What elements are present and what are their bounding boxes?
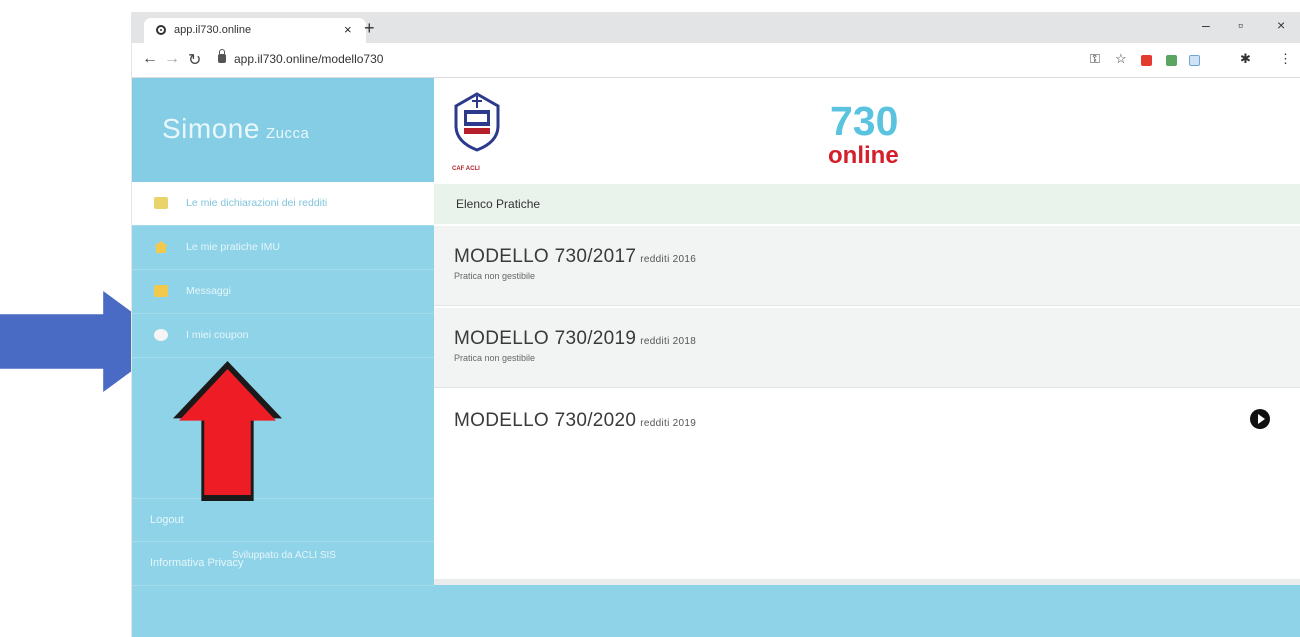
brand-word: online (828, 142, 899, 169)
address-url: app.il730.online/modello730 (234, 52, 384, 66)
user-last-name: Zucca (265, 125, 310, 142)
open-pratica-play-icon[interactable] (1250, 409, 1270, 429)
pratica-year: redditi 2016 (640, 254, 697, 265)
pratica-year: redditi 2019 (640, 418, 697, 429)
extension-green-icon[interactable] (1166, 55, 1177, 66)
sidebar: Simone Zucca Le mie dichiarazioni dei red… (132, 78, 434, 637)
extension-blue-icon[interactable] (1189, 55, 1200, 66)
privacy-link[interactable]: Informativa Privacy (150, 557, 244, 569)
sidebar-item-label: Messaggi (186, 285, 231, 297)
close-window-button[interactable]: × (1277, 17, 1285, 33)
maximize-button[interactable]: ▫ (1238, 17, 1243, 33)
new-tab-button[interactable]: + (364, 18, 375, 39)
web-page: Simone Zucca Le mie dichiarazioni dei red… (132, 78, 1300, 637)
sidebar-item-imu[interactable]: Le mie pratiche IMU (132, 226, 434, 270)
tab-close-button[interactable]: × (344, 22, 352, 37)
browser-window: app.il730.online × + – ▫ × ← → ↻ app.il7… (132, 13, 1300, 637)
document-icon (154, 197, 168, 209)
reload-icon[interactable]: ↻ (188, 50, 201, 70)
footer-bar (434, 579, 1300, 637)
sidebar-item-messaggi[interactable]: Messaggi (132, 270, 434, 314)
extensions-puzzle-icon[interactable]: ✱ (1240, 51, 1251, 67)
pratica-title: MODELLO 730/2019 redditi 2018 (454, 328, 696, 350)
back-arrow-icon[interactable]: ← (142, 50, 158, 68)
pratica-model: MODELLO 730/2019 (454, 328, 637, 349)
minimize-button[interactable]: – (1202, 17, 1210, 33)
coupon-icon (154, 329, 168, 341)
sidebar-item-label: Le mie pratiche IMU (186, 241, 280, 253)
address-bar[interactable]: app.il730.online/modello730 (218, 49, 1178, 70)
sidebar-item-coupon[interactable]: I miei coupon (132, 314, 434, 358)
sidebar-item-logout[interactable]: Logout (132, 498, 434, 542)
message-icon (154, 285, 168, 297)
page-header: CAF ACLI 730 online (434, 78, 1300, 182)
pratica-title: MODELLO 730/2017 redditi 2016 (454, 246, 696, 268)
sidebar-item-privacy[interactable]: Informativa Privacy (132, 542, 434, 586)
pratica-model: MODELLO 730/2017 (454, 246, 637, 267)
list-title: Elenco Pratiche (456, 197, 541, 211)
user-name: Simone Zucca (162, 113, 309, 145)
tab-title: app.il730.online (174, 24, 252, 36)
user-profile: Simone Zucca (132, 78, 434, 182)
star-icon[interactable]: ☆ (1115, 51, 1127, 67)
main-content: CAF ACLI 730 online Elenco Pratiche MODE… (434, 78, 1300, 637)
pratica-row-2017: MODELLO 730/2017 redditi 2016 Pratica non… (434, 226, 1300, 306)
extension-red-icon[interactable] (1141, 55, 1152, 66)
logout-link[interactable]: Logout (150, 514, 184, 526)
globe-icon (156, 25, 166, 35)
pratica-row-2019: MODELLO 730/2019 redditi 2018 Pratica non… (434, 308, 1300, 388)
tab-strip: app.il730.online × + – ▫ × (132, 13, 1300, 43)
list-title-bar: Elenco Pratiche (434, 184, 1300, 224)
sidebar-item-label: I miei coupon (186, 329, 249, 341)
pratica-note: Pratica non gestibile (454, 353, 536, 363)
sidebar-item-label: Le mie dichiarazioni dei redditi (186, 197, 328, 209)
credit-text: Sviluppato da ACLI SIS (232, 550, 336, 561)
pratica-model: MODELLO 730/2020 (454, 410, 637, 431)
browser-toolbar: ← → ↻ app.il730.online/modello730 ⚿ ☆ ✱ … (132, 43, 1300, 78)
forward-arrow-icon[interactable]: → (164, 50, 180, 68)
pratica-row-2020[interactable]: MODELLO 730/2020 redditi 2019 (434, 390, 1300, 470)
brand-number: 730 (830, 98, 899, 144)
sidebar-item-dichiarazioni[interactable]: Le mie dichiarazioni dei redditi (132, 182, 434, 226)
lock-icon (218, 49, 226, 63)
logo-caption: CAF ACLI (452, 166, 480, 172)
home-icon (154, 241, 168, 253)
browser-tab[interactable]: app.il730.online × (144, 18, 366, 43)
caf-acli-logo (454, 92, 500, 152)
menu-dots-icon[interactable]: ⋮ (1279, 51, 1292, 67)
key-icon[interactable]: ⚿ (1090, 51, 1100, 67)
pratica-year: redditi 2018 (640, 336, 697, 347)
user-first-name: Simone (162, 113, 260, 144)
pratica-note: Pratica non gestibile (454, 271, 536, 281)
pratica-title: MODELLO 730/2020 redditi 2019 (454, 410, 696, 432)
